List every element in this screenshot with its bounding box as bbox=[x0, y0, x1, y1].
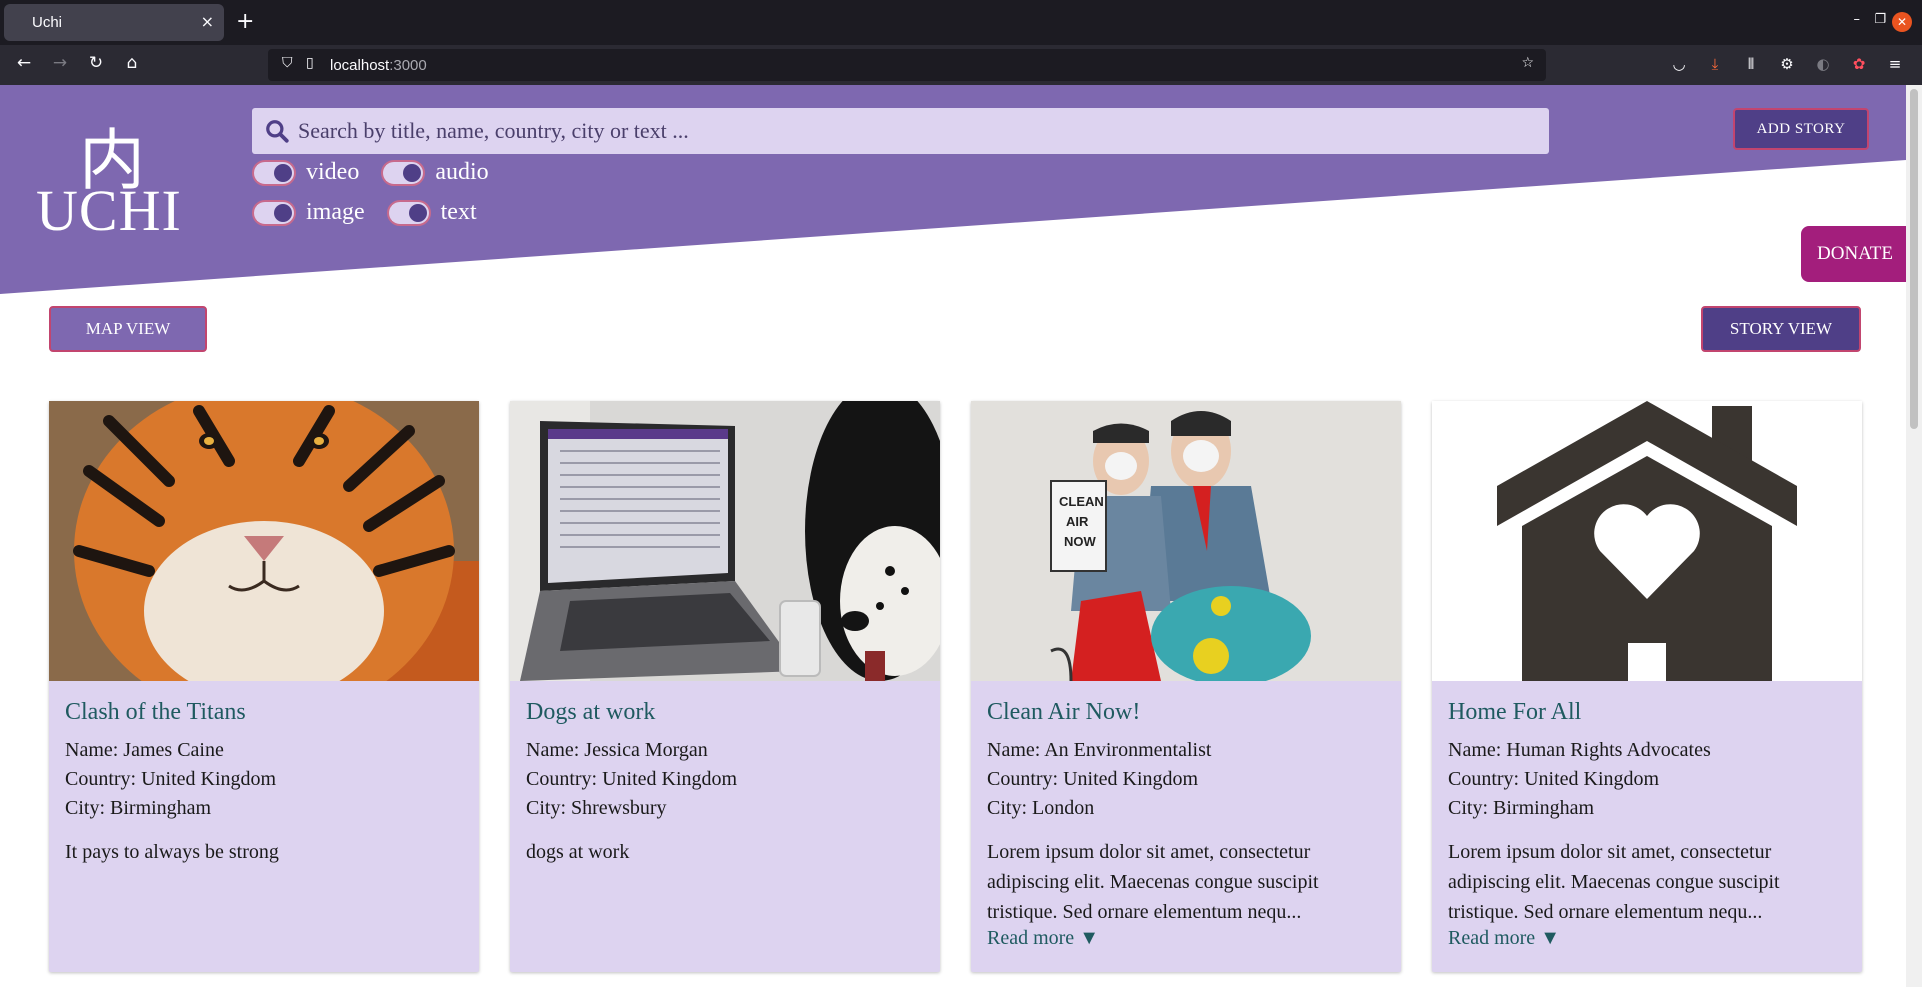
card-country: Country: United Kingdom bbox=[526, 768, 738, 790]
search-input[interactable] bbox=[290, 108, 1549, 154]
window-close-icon[interactable]: ✕ bbox=[1892, 12, 1912, 32]
text-switch[interactable] bbox=[386, 199, 431, 226]
map-view-button[interactable]: Map View bbox=[49, 306, 207, 352]
restore-icon[interactable]: ❐ bbox=[1874, 12, 1886, 27]
card-country: Country: United Kingdom bbox=[1448, 768, 1660, 790]
search-icon bbox=[266, 120, 289, 143]
card-body: Home For All Name: Human Rights Advocate… bbox=[1432, 681, 1862, 972]
switch-knob bbox=[408, 203, 427, 222]
url-host: localhost bbox=[330, 56, 390, 74]
browser-tab-bar: Uchi × + – ❐ ✕ bbox=[0, 0, 1922, 45]
card-title[interactable]: Dogs at work bbox=[526, 699, 924, 726]
page-scrollbar[interactable] bbox=[1906, 85, 1922, 987]
toggle-label-image: image bbox=[306, 199, 365, 225]
media-filter-row-2: image text bbox=[252, 199, 499, 226]
image-switch[interactable] bbox=[252, 199, 296, 226]
read-more-link[interactable]: Read more ▼ bbox=[987, 927, 1099, 950]
toggle-text[interactable]: text bbox=[386, 199, 477, 226]
video-switch[interactable] bbox=[252, 159, 296, 186]
scrollbar-thumb[interactable] bbox=[1910, 89, 1918, 429]
svg-text:NOW: NOW bbox=[1064, 534, 1097, 549]
url-port: :3000 bbox=[389, 56, 427, 74]
card-country: Country: United Kingdom bbox=[987, 768, 1199, 790]
card-title[interactable]: Clean Air Now! bbox=[987, 699, 1385, 726]
audio-switch[interactable] bbox=[381, 159, 426, 186]
card-title[interactable]: Clash of the Titans bbox=[65, 699, 463, 726]
new-tab-icon[interactable]: + bbox=[236, 9, 254, 34]
home-icon[interactable]: ⌂ bbox=[120, 53, 144, 73]
story-card[interactable]: Clash of the Titans Name: James Caine Co… bbox=[49, 401, 479, 972]
toggle-video[interactable]: video bbox=[252, 159, 359, 186]
toggle-image[interactable]: image bbox=[252, 199, 365, 226]
toggle-label-video: video bbox=[306, 159, 360, 185]
toggle-audio[interactable]: audio bbox=[381, 159, 489, 186]
dog-laptop-image[interactable] bbox=[510, 401, 940, 681]
card-city: City: Shrewsbury bbox=[526, 797, 667, 819]
extension-gear-icon[interactable]: ⚙ bbox=[1776, 55, 1798, 73]
card-city: City: London bbox=[987, 797, 1095, 819]
shield-icon[interactable]: ⛉ bbox=[282, 55, 293, 71]
card-body: Clean Air Now! Name: An Environmentalist… bbox=[971, 681, 1401, 972]
bookmark-star-icon[interactable]: ☆ bbox=[1521, 55, 1534, 71]
card-name: Name: An Environmentalist bbox=[987, 739, 1212, 761]
page: 内 UCHI video audio image text Add Story … bbox=[0, 85, 1906, 987]
pocket-icon[interactable]: ◡ bbox=[1668, 55, 1690, 73]
forward-icon[interactable]: → bbox=[48, 53, 72, 73]
minimize-icon[interactable]: – bbox=[1854, 12, 1861, 27]
toggle-label-text: text bbox=[440, 199, 477, 225]
switch-knob bbox=[403, 163, 422, 182]
browser-nav-bar: ← → ↻ ⌂ ⛉ ▯ localhost:3000 ☆ ◡ ⤓ ⫴ ⚙ ◐ ✿… bbox=[0, 45, 1922, 85]
read-more-link[interactable]: Read more ▼ bbox=[1448, 927, 1560, 950]
svg-text:CLEAN: CLEAN bbox=[1059, 494, 1104, 509]
logo-text[interactable]: UCHI bbox=[36, 177, 182, 244]
card-name: Name: Human Rights Advocates bbox=[1448, 739, 1711, 761]
library-icon[interactable]: ⫴ bbox=[1740, 55, 1762, 73]
card-city: City: Birmingham bbox=[1448, 797, 1595, 819]
tab-title: Uchi bbox=[32, 14, 63, 31]
switch-knob bbox=[274, 203, 292, 222]
street-art-image[interactable]: CLEAN AIR NOW bbox=[971, 401, 1401, 681]
add-story-button[interactable]: Add Story bbox=[1733, 108, 1869, 150]
page-icon[interactable]: ▯ bbox=[306, 55, 314, 71]
story-card[interactable]: CLEAN AIR NOW Clean Air Now! Name: An En… bbox=[971, 401, 1401, 972]
card-name: Name: James Caine bbox=[65, 739, 224, 761]
card-title[interactable]: Home For All bbox=[1448, 699, 1846, 726]
card-city: City: Birmingham bbox=[65, 797, 212, 819]
donate-button[interactable]: Donate bbox=[1801, 226, 1906, 282]
back-icon[interactable]: ← bbox=[12, 53, 36, 73]
media-filter-row-1: video audio bbox=[252, 159, 511, 186]
tiger-image[interactable] bbox=[49, 401, 479, 681]
download-icon[interactable]: ⤓ bbox=[1704, 55, 1726, 73]
card-name: Name: Jessica Morgan bbox=[526, 739, 708, 761]
story-card-list: Clash of the Titans Name: James Caine Co… bbox=[49, 401, 1862, 972]
svg-text:AIR: AIR bbox=[1066, 514, 1089, 529]
card-text: dogs at work bbox=[526, 841, 630, 863]
card-text: Lorem ipsum dolor sit amet, consectetur … bbox=[1448, 841, 1780, 923]
card-body: Dogs at work Name: Jessica Morgan Countr… bbox=[510, 681, 940, 957]
extension-icon[interactable]: ◐ bbox=[1812, 55, 1834, 73]
tab-close-icon[interactable]: × bbox=[201, 12, 214, 31]
card-body: Clash of the Titans Name: James Caine Co… bbox=[49, 681, 479, 957]
story-view-button[interactable]: Story View bbox=[1701, 306, 1861, 352]
switch-knob bbox=[274, 163, 292, 182]
reload-icon[interactable]: ↻ bbox=[84, 53, 108, 73]
extension-alert-icon[interactable]: ✿ bbox=[1848, 55, 1870, 73]
url-bar[interactable]: ⛉ ▯ localhost:3000 ☆ bbox=[268, 49, 1546, 81]
house-heart-image[interactable] bbox=[1432, 401, 1862, 681]
story-card[interactable]: Dogs at work Name: Jessica Morgan Countr… bbox=[510, 401, 940, 972]
story-card[interactable]: Home For All Name: Human Rights Advocate… bbox=[1432, 401, 1862, 972]
card-text: It pays to always be strong bbox=[65, 841, 279, 863]
card-country: Country: United Kingdom bbox=[65, 768, 277, 790]
menu-icon[interactable]: ≡ bbox=[1884, 55, 1906, 73]
toggle-label-audio: audio bbox=[435, 159, 489, 185]
browser-tab[interactable]: Uchi × bbox=[4, 4, 224, 41]
search-bar[interactable] bbox=[252, 108, 1549, 154]
card-text: Lorem ipsum dolor sit amet, consectetur … bbox=[987, 841, 1319, 923]
